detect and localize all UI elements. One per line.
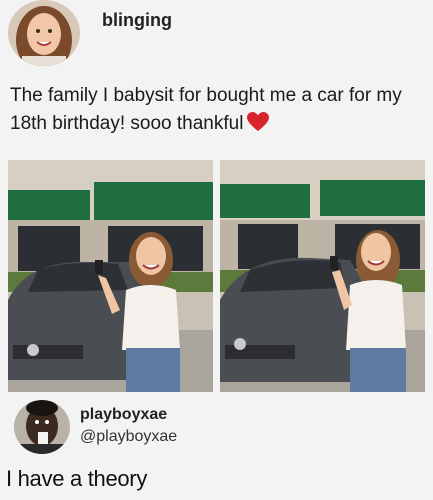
reply-avatar[interactable] [14, 400, 70, 454]
photo-left[interactable] [8, 160, 213, 392]
caption-text: The family I babysit for bought me a car… [10, 85, 402, 134]
reply-username[interactable]: playboyxae [80, 406, 167, 424]
poster-username[interactable]: blinging [102, 10, 172, 31]
reply-text: I have a theory [6, 466, 148, 491]
reply-handle[interactable]: @playboyxae [80, 428, 177, 446]
photo-grid [8, 160, 426, 392]
poster-avatar[interactable] [8, 0, 80, 66]
photo-right[interactable] [220, 160, 425, 392]
red-heart-icon [247, 112, 270, 141]
post-card: blinging The family I babysit for bought… [0, 0, 433, 500]
post-caption: The family I babysit for bought me a car… [10, 82, 425, 141]
